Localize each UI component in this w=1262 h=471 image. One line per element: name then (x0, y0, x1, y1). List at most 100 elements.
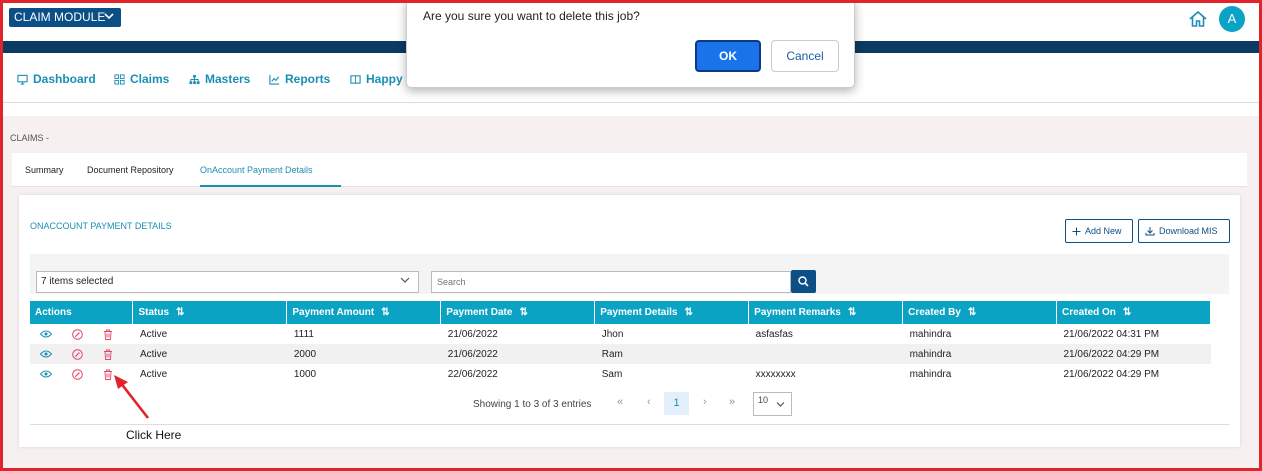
confirm-dialog: Are you sure you want to delete this job… (406, 0, 855, 88)
ok-button[interactable]: OK (695, 40, 761, 72)
sort-icon: ⇅ (381, 307, 390, 318)
column-header[interactable]: Status ⇅ (132, 301, 288, 324)
pagination: Showing 1 to 3 of 3 entries « ‹ 1 › » 10 (19, 392, 1240, 416)
tab-onaccount-payment-details[interactable]: OnAccount Payment Details (200, 165, 313, 175)
column-header[interactable]: Created By ⇅ (902, 301, 1057, 324)
table-header-row: Actions Status ⇅ Payment Amount ⇅ Payment … (30, 301, 1211, 324)
tab-document-repository[interactable]: Document Repository (87, 165, 174, 175)
date-cell: 22/06/2022 (440, 364, 595, 384)
pagination-info: Showing 1 to 3 of 3 entries (473, 399, 592, 410)
column-header[interactable]: Payment Amount ⇅ (286, 301, 442, 324)
page-size-select[interactable]: 10 (753, 392, 792, 416)
nav-item-label: Dashboard (33, 72, 96, 86)
amount-cell: 2000 (286, 344, 441, 364)
edit-icon[interactable] (72, 328, 83, 340)
sort-icon: ⇅ (176, 307, 185, 318)
download-mis-label: Download MIS (1159, 226, 1218, 236)
sort-icon: ⇅ (519, 307, 528, 318)
created-by-cell: mahindra (902, 364, 1057, 384)
remarks-cell: xxxxxxxx (748, 364, 903, 384)
download-mis-button[interactable]: Download MIS (1138, 219, 1230, 243)
home-icon[interactable] (1188, 9, 1208, 29)
delete-icon[interactable] (103, 349, 113, 360)
next-page-button[interactable]: › (703, 396, 707, 408)
sort-icon: ⇅ (967, 307, 977, 318)
search-input[interactable] (431, 271, 791, 293)
page-size-value: 10 (758, 395, 769, 405)
tab-bar: Summary Document Repository OnAccount Pa… (12, 153, 1247, 187)
column-select-value: 7 items selected (41, 276, 114, 287)
nav-item-dashboard[interactable]: Dashboard (17, 72, 96, 86)
nav-item-label: Happy t (366, 72, 411, 86)
avatar[interactable]: A (1219, 6, 1245, 32)
payments-table: Actions Status ⇅ Payment Amount ⇅ Payment … (30, 301, 1211, 384)
view-icon[interactable] (40, 350, 52, 358)
status-cell: Active (132, 324, 287, 344)
tab-summary[interactable]: Summary (25, 165, 64, 175)
column-header: Actions (30, 301, 134, 324)
nav-item-claims[interactable]: Claims (114, 72, 169, 86)
monitor-icon (17, 74, 28, 85)
edit-icon[interactable] (72, 348, 83, 360)
column-select[interactable]: 7 items selected (36, 271, 419, 293)
chart-icon (269, 74, 280, 85)
active-tab-indicator (200, 185, 341, 187)
chevron-down-icon (776, 402, 785, 407)
actions-cell (30, 324, 133, 344)
cancel-button[interactable]: Cancel (771, 40, 839, 72)
download-icon (1145, 227, 1155, 236)
search-button[interactable] (791, 270, 816, 293)
column-header[interactable]: Created On ⇅ (1056, 301, 1211, 324)
sort-icon: ⇅ (684, 307, 693, 318)
panel-title: ONACCOUNT PAYMENT DETAILS (30, 221, 172, 231)
sort-icon: ⇅ (1122, 307, 1132, 318)
nav-item-label: Claims (130, 72, 170, 86)
status-cell: Active (132, 344, 287, 364)
prev-page-button[interactable]: ‹ (647, 396, 651, 408)
view-icon[interactable] (40, 370, 52, 378)
add-new-button[interactable]: Add New (1065, 219, 1133, 243)
amount-cell: 1111 (286, 324, 441, 344)
amount-cell: 1000 (286, 364, 441, 384)
book-icon (350, 74, 361, 84)
nav-item-masters[interactable]: Masters (189, 72, 250, 86)
view-icon[interactable] (40, 330, 52, 338)
details-cell: Sam (594, 364, 749, 384)
sitemap-icon (189, 74, 200, 84)
table-row: Active 2000 21/06/2022 Ram mahindra 21/0… (30, 344, 1211, 364)
table-row: Active 1111 21/06/2022 Jhon asfasfas mah… (30, 324, 1211, 344)
chevron-down-icon (104, 8, 114, 27)
page-button-current[interactable]: 1 (664, 392, 689, 415)
add-new-label: Add New (1085, 226, 1122, 236)
column-header[interactable]: Payment Date ⇅ (440, 301, 596, 324)
divider (30, 424, 1229, 425)
column-header[interactable]: Payment Details ⇅ (594, 301, 750, 324)
annotation-label: Click Here (126, 428, 182, 442)
column-header[interactable]: Payment Remarks ⇅ (748, 301, 904, 324)
details-cell: Ram (594, 344, 749, 364)
delete-icon[interactable] (103, 329, 113, 340)
edit-icon[interactable] (72, 368, 83, 380)
nav-item-happy[interactable]: Happy t (350, 72, 410, 86)
created-on-cell: 21/06/2022 04:31 PM (1056, 324, 1211, 344)
nav-item-label: Reports (285, 72, 331, 86)
last-page-button[interactable]: » (729, 396, 735, 408)
remarks-cell (748, 344, 903, 364)
breadcrumb: CLAIMS - (10, 133, 50, 143)
first-page-button[interactable]: « (617, 396, 623, 408)
grid-icon (114, 73, 125, 85)
nav-item-label: Masters (205, 72, 251, 86)
date-cell: 21/06/2022 (440, 344, 595, 364)
actions-cell (30, 344, 133, 364)
remarks-cell: asfasfas (748, 324, 903, 344)
chevron-down-icon (400, 272, 410, 292)
nav-item-reports[interactable]: Reports (269, 72, 330, 86)
details-cell: Jhon (594, 324, 749, 344)
created-on-cell: 21/06/2022 04:29 PM (1056, 364, 1211, 384)
sort-icon: ⇅ (847, 307, 857, 318)
created-by-cell: mahindra (902, 344, 1057, 364)
search-icon (798, 276, 809, 287)
module-selector[interactable]: CLAIM MODULE (9, 8, 121, 27)
filter-row: 7 items selected (30, 254, 1229, 294)
plus-icon (1072, 227, 1081, 235)
